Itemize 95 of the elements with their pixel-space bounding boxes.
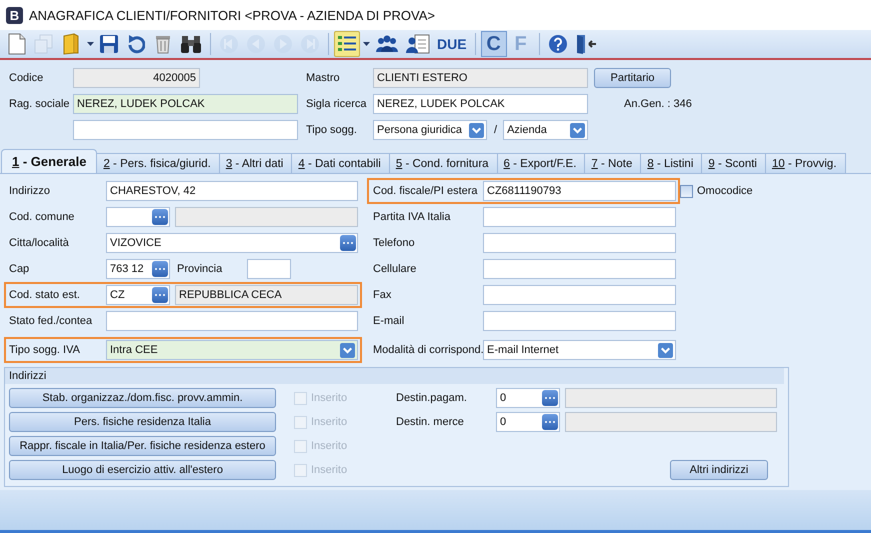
tab[interactable]: 2 - Pers. fisica/giurid. bbox=[96, 153, 220, 173]
separator-text: / bbox=[494, 124, 498, 136]
text-field[interactable] bbox=[106, 311, 358, 331]
dropdown[interactable]: Persona giuridica bbox=[373, 120, 487, 140]
text-field[interactable]: CZ6811190793 bbox=[483, 181, 676, 201]
partitario-button[interactable]: Partitario bbox=[594, 68, 671, 88]
code-field[interactable] bbox=[106, 207, 170, 227]
group-title: Indirizzi bbox=[5, 368, 784, 384]
field-label: Telefono bbox=[372, 237, 416, 249]
general-account-text: An.Gen. : 346 bbox=[624, 98, 692, 110]
field-label: Codice bbox=[8, 72, 44, 84]
tab[interactable]: 6 - Export/F.E. bbox=[496, 153, 586, 173]
tab[interactable]: 4 - Dati contabili bbox=[291, 153, 390, 173]
browse-button[interactable] bbox=[542, 414, 558, 430]
people-icon bbox=[375, 34, 399, 54]
field-label: Cod. fiscale/PI estera bbox=[372, 185, 479, 197]
dropdown[interactable]: E-mail Internet bbox=[483, 340, 676, 360]
field-label: Modalità di corrispond. bbox=[372, 344, 483, 356]
field-label: Provincia bbox=[176, 263, 224, 275]
document-icon bbox=[8, 33, 26, 55]
field-label: Indirizzo bbox=[8, 185, 51, 197]
binoculars-icon bbox=[180, 34, 202, 54]
trash-icon bbox=[155, 34, 171, 54]
text-field[interactable] bbox=[483, 311, 676, 331]
field-label: Fax bbox=[372, 289, 392, 301]
field-label: Destin.pagam. bbox=[395, 392, 468, 404]
app-logo: B bbox=[6, 6, 23, 24]
tab[interactable]: 10 - Provvig. bbox=[764, 153, 846, 173]
tab[interactable]: 3 - Altri dati bbox=[218, 153, 292, 173]
text-field[interactable]: CHARESTOV, 42 bbox=[106, 181, 358, 201]
field-label: Tipo sogg. bbox=[306, 124, 358, 136]
checkbox-label: Inserito bbox=[311, 416, 348, 428]
postal-code-field[interactable]: 763 12 bbox=[106, 259, 170, 279]
text-field[interactable]: NEREZ, LUDEK POLCAK bbox=[373, 94, 588, 114]
browse-button[interactable] bbox=[152, 287, 168, 303]
checkbox-label: Inserito bbox=[311, 440, 348, 452]
tab[interactable]: 8 - Listini bbox=[640, 153, 702, 173]
code-field[interactable]: 4020005 bbox=[73, 68, 200, 88]
text-field[interactable] bbox=[483, 259, 676, 279]
field-label: Destin. merce bbox=[395, 416, 465, 428]
text-field[interactable] bbox=[483, 285, 676, 305]
exit-door-icon bbox=[574, 33, 597, 55]
number-field[interactable]: 0 bbox=[496, 412, 560, 432]
text-field[interactable]: NEREZ, LUDEK POLCAK bbox=[73, 94, 298, 114]
checkbox-label: Inserito bbox=[311, 392, 348, 404]
field-label: Citta/località bbox=[8, 237, 70, 249]
undo-icon bbox=[127, 34, 145, 54]
browse-button[interactable] bbox=[152, 261, 168, 277]
numbered-list-icon bbox=[337, 35, 357, 53]
caret-icon bbox=[86, 42, 94, 46]
prev-record-icon bbox=[246, 34, 266, 54]
text-field[interactable] bbox=[483, 207, 676, 227]
text-field[interactable] bbox=[73, 120, 298, 140]
tab[interactable]: 5 - Cond. fornitura bbox=[388, 153, 498, 173]
help-icon bbox=[548, 34, 568, 54]
checkbox[interactable] bbox=[680, 184, 693, 198]
more-addresses-button[interactable]: Altri indirizzi bbox=[670, 460, 768, 480]
dropdown[interactable]: Intra CEE bbox=[106, 340, 358, 360]
field-label: Cod. comune bbox=[8, 211, 76, 223]
browse-button[interactable] bbox=[542, 390, 558, 406]
code-field[interactable]: CZ bbox=[106, 285, 170, 305]
caret-icon bbox=[362, 42, 370, 46]
last-record-icon bbox=[300, 34, 320, 54]
description-field: REPUBBLICA CECA bbox=[175, 285, 358, 305]
checkbox-label: Omocodice bbox=[697, 185, 753, 197]
browse-button[interactable] bbox=[152, 209, 168, 225]
field-label: Cap bbox=[8, 263, 30, 275]
next-record-icon bbox=[273, 34, 293, 54]
field-label: Cod. stato est. bbox=[8, 289, 81, 301]
province-field[interactable] bbox=[247, 259, 291, 279]
field-label: E-mail bbox=[372, 315, 406, 327]
field-label: Cellulare bbox=[372, 263, 418, 275]
window-title: ANAGRAFICA CLIENTI/FORNITORI <PROVA - AZIENDA DI PROVA> bbox=[29, 8, 435, 22]
field-label: Sigla ricerca bbox=[306, 98, 368, 110]
field-label: Mastro bbox=[306, 72, 341, 84]
text-field[interactable] bbox=[483, 233, 676, 253]
text-field[interactable]: CLIENTI ESTERO bbox=[373, 68, 588, 88]
field-label: Stato fed./contea bbox=[8, 315, 94, 327]
text-field[interactable]: VIZOVICE bbox=[106, 233, 358, 253]
contact-card-icon bbox=[406, 34, 430, 54]
tab[interactable]: 7 - Note bbox=[584, 153, 642, 173]
checkbox-label: Inserito bbox=[311, 464, 348, 476]
first-record-icon bbox=[219, 34, 239, 54]
tab[interactable]: 9 - Sconti bbox=[701, 153, 766, 173]
field-label: Partita IVA Italia bbox=[372, 211, 452, 223]
folder-icon bbox=[63, 33, 79, 55]
copy-icon bbox=[34, 34, 54, 54]
dropdown[interactable]: Azienda bbox=[503, 120, 588, 140]
tab[interactable]: 1 - Generale bbox=[1, 149, 98, 173]
toolbar-button[interactable]: DUE bbox=[434, 31, 470, 57]
number-field[interactable]: 0 bbox=[496, 388, 560, 408]
field-label: Tipo sogg. IVA bbox=[8, 344, 81, 356]
list-button[interactable] bbox=[334, 31, 360, 57]
field-label: Rag. sociale bbox=[8, 98, 71, 110]
browse-button[interactable] bbox=[340, 235, 356, 251]
